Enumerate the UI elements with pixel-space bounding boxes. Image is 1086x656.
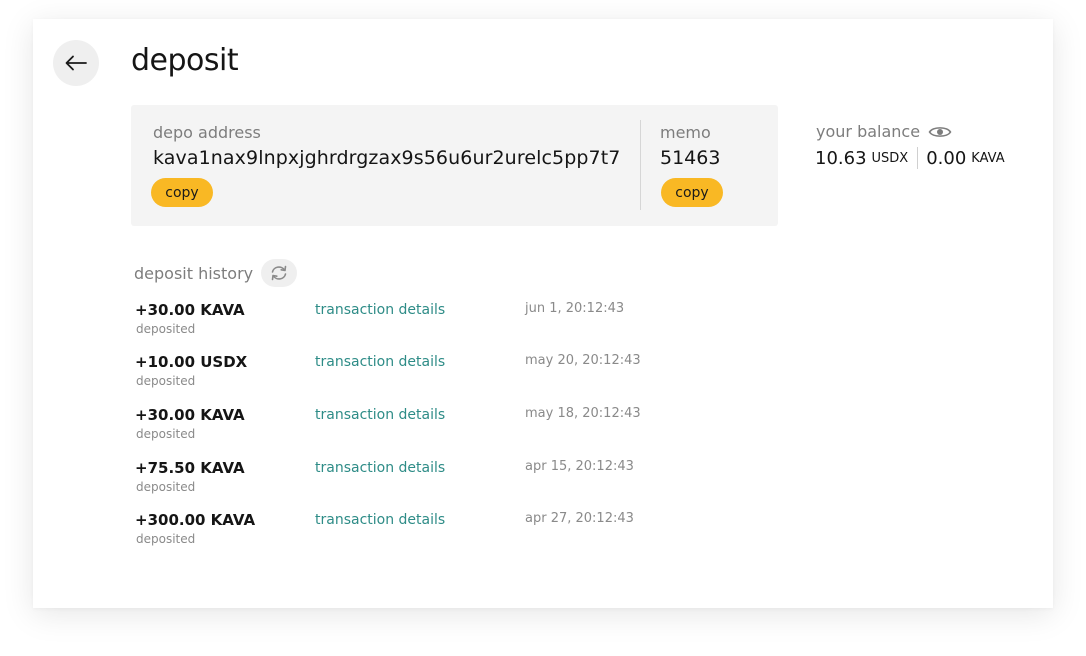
deposit-date: jun 1, 20:12:43 xyxy=(525,301,625,316)
balance-header: your balance xyxy=(816,122,952,141)
refresh-icon xyxy=(271,265,287,281)
transaction-details-link[interactable]: transaction details xyxy=(315,460,445,476)
deposit-address-panel: depo address kava1nax9lnpxjghrdrgzax9s56… xyxy=(131,105,778,226)
memo-divider xyxy=(640,120,641,210)
deposit-status: deposited xyxy=(136,374,196,388)
deposit-amount: +30.00 KAVA xyxy=(135,301,245,319)
memo-label: memo xyxy=(660,123,711,142)
deposit-history-title: deposit history xyxy=(134,263,254,283)
deposit-history-header: deposit history xyxy=(134,259,298,287)
transaction-details-link[interactable]: transaction details xyxy=(315,302,445,318)
history-row: +75.50 KAVA deposited transaction detail… xyxy=(33,459,1053,509)
balance-label: your balance xyxy=(816,122,921,141)
deposit-amount: +300.00 KAVA xyxy=(135,511,256,529)
deposit-status: deposited xyxy=(136,322,196,336)
balance-values: 10.63 USDX 0.00 KAVA xyxy=(815,147,1005,169)
deposit-card: deposit depo address kava1nax9lnpxjghrdr… xyxy=(33,19,1053,608)
deposit-status: deposited xyxy=(136,480,196,494)
kava-balance-unit: KAVA xyxy=(971,150,1005,166)
deposit-date: may 18, 20:12:43 xyxy=(525,406,641,421)
history-row: +30.00 KAVA deposited transaction detail… xyxy=(33,301,1053,351)
deposit-address-label: depo address xyxy=(153,123,261,142)
balance-divider xyxy=(917,147,919,169)
deposit-date: may 20, 20:12:43 xyxy=(525,353,641,368)
transaction-details-link[interactable]: transaction details xyxy=(315,407,445,423)
arrow-left-icon xyxy=(65,55,87,71)
usdx-balance-amount: 10.63 xyxy=(815,147,867,169)
deposit-address-value: kava1nax9lnpxjghrdrgzax9s56u6ur2urelc5pp… xyxy=(153,147,621,169)
deposit-amount: +75.50 KAVA xyxy=(135,459,245,477)
deposit-date: apr 15, 20:12:43 xyxy=(525,459,634,474)
history-row: +300.00 KAVA deposited transaction detai… xyxy=(33,511,1053,561)
transaction-details-link[interactable]: transaction details xyxy=(315,354,445,370)
history-row: +30.00 KAVA deposited transaction detail… xyxy=(33,406,1053,456)
copy-address-button[interactable]: copy xyxy=(151,178,213,207)
deposit-amount: +30.00 KAVA xyxy=(135,406,245,424)
refresh-button[interactable] xyxy=(261,259,298,287)
deposit-status: deposited xyxy=(136,532,196,546)
deposit-date: apr 27, 20:12:43 xyxy=(525,511,634,526)
history-row: +10.00 USDX deposited transaction detail… xyxy=(33,353,1053,403)
deposit-amount: +10.00 USDX xyxy=(135,353,248,371)
transaction-details-link[interactable]: transaction details xyxy=(315,512,445,528)
kava-balance-amount: 0.00 xyxy=(926,147,967,169)
copy-memo-button[interactable]: copy xyxy=(661,178,723,207)
usdx-balance-unit: USDX xyxy=(871,150,909,166)
back-button[interactable] xyxy=(53,40,99,86)
deposit-status: deposited xyxy=(136,427,196,441)
memo-value: 51463 xyxy=(660,147,721,169)
page-title: deposit xyxy=(131,43,239,78)
eye-icon[interactable] xyxy=(928,125,952,139)
